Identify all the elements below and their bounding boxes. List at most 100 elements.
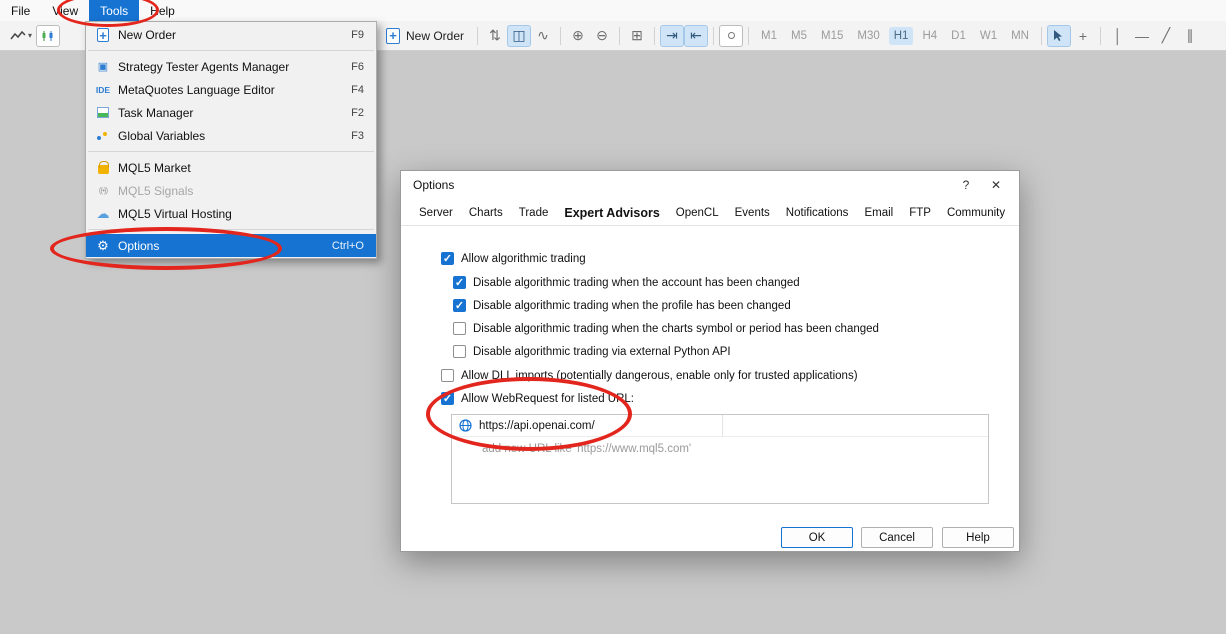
checkbox-icon[interactable]	[453, 276, 466, 290]
agents-manager-icon: ▣	[97, 61, 109, 73]
checkbox-allow-algo-trading[interactable]: Allow algorithmic trading	[441, 252, 586, 266]
checkbox-icon[interactable]	[441, 252, 454, 266]
checkbox-label: Allow WebRequest for listed URL:	[461, 392, 634, 405]
close-icon[interactable]: ✕	[981, 174, 1011, 196]
metatrader-window: File View Tools Help ▾ New Order ⇅ ◫ ∿ ⊕	[0, 0, 1226, 634]
menu-file[interactable]: File	[0, 0, 41, 21]
tab-trade[interactable]: Trade	[511, 202, 557, 225]
timeframe-m5[interactable]: M5	[786, 27, 812, 45]
tab-expert-advisors[interactable]: Expert Advisors	[556, 201, 667, 225]
menu-item-mql5-signals[interactable]: ((•)) MQL5 Signals	[86, 179, 376, 202]
globe-icon	[459, 419, 472, 432]
menu-item-label: Global Variables	[118, 128, 206, 143]
menu-help[interactable]: Help	[139, 0, 186, 21]
camera-icon[interactable]	[719, 24, 744, 47]
timeframe-h1[interactable]: H1	[888, 26, 914, 45]
checkbox-allow-dll-imports[interactable]: Allow DLL imports (potentially dangerous…	[441, 369, 858, 382]
menu-item-strategy-tester-agents[interactable]: ▣ Strategy Tester Agents Manager F6	[86, 55, 376, 78]
menu-item-metaeditor[interactable]: IDE MetaQuotes Language Editor F4	[86, 78, 376, 101]
menu-item-label: Task Manager	[118, 105, 194, 120]
menu-shortcut: F4	[351, 83, 364, 96]
checkbox-label: Disable algorithmic trading via external…	[473, 345, 731, 358]
menu-item-new-order[interactable]: New Order F9	[86, 23, 376, 46]
bar-chart-icon[interactable]: ◫	[507, 24, 532, 47]
toolbar-separator	[654, 26, 656, 45]
tab-community[interactable]: Community	[939, 202, 1013, 225]
timeframe-m30[interactable]: M30	[852, 27, 884, 45]
new-chart-button[interactable]	[36, 24, 61, 47]
timeframe-h4[interactable]: H4	[917, 27, 942, 45]
url-list-item[interactable]: https://api.openai.com/	[452, 415, 988, 437]
cancel-button[interactable]: Cancel	[861, 527, 933, 548]
menu-separator	[88, 229, 374, 230]
channel-icon[interactable]: ∥	[1178, 25, 1202, 47]
checkbox-disable-on-symbol-change[interactable]: Disable algorithmic trading when the cha…	[453, 322, 879, 335]
checkbox-icon[interactable]	[453, 299, 466, 313]
cursor-icon[interactable]	[1046, 24, 1071, 47]
checkbox-icon[interactable]	[453, 322, 466, 335]
new-order-icon	[92, 27, 114, 44]
crosshair-icon[interactable]: +	[1071, 25, 1095, 47]
dialog-help-icon[interactable]: ?	[951, 174, 981, 196]
tab-opencl[interactable]: OpenCL	[668, 202, 727, 225]
timeframe-mn[interactable]: MN	[1006, 27, 1034, 45]
scale-fix-icon[interactable]: ⇅	[483, 25, 507, 47]
menu-item-mql5-virtual-hosting[interactable]: ☁ MQL5 Virtual Hosting	[86, 202, 376, 225]
tools-dropdown-menu: New Order F9 ▣ Strategy Tester Agents Ma…	[85, 21, 377, 259]
url-list-column-divider	[722, 415, 723, 437]
menu-separator	[88, 50, 374, 51]
trendline-icon[interactable]: ╱	[1154, 25, 1178, 47]
checkbox-label: Allow algorithmic trading	[461, 252, 586, 265]
menu-item-label: Strategy Tester Agents Manager	[118, 59, 290, 74]
options-dialog: Options ? ✕ Server Charts Trade Expert A…	[400, 170, 1020, 552]
menu-shortcut: F9	[351, 28, 364, 41]
checkbox-allow-webrequest[interactable]: Allow WebRequest for listed URL:	[441, 392, 634, 406]
checkbox-disable-on-account-change[interactable]: Disable algorithmic trading when the acc…	[453, 276, 800, 290]
vertical-line-icon[interactable]: │	[1106, 25, 1130, 47]
menu-item-global-variables[interactable]: Global Variables F3	[86, 124, 376, 147]
dialog-title: Options	[413, 178, 455, 192]
menu-item-label: Options	[118, 238, 160, 253]
tab-events[interactable]: Events	[727, 202, 778, 225]
timeframe-m1[interactable]: M1	[756, 27, 782, 45]
horizontal-line-icon[interactable]: —	[1130, 25, 1154, 47]
menu-item-mql5-market[interactable]: MQL5 Market	[86, 156, 376, 179]
checkbox-icon[interactable]	[441, 392, 454, 406]
checkbox-disable-python-api[interactable]: Disable algorithmic trading via external…	[453, 345, 731, 358]
line-chart-icon[interactable]	[6, 25, 30, 47]
checkbox-icon[interactable]	[441, 369, 454, 382]
cloud-icon: ☁	[96, 205, 110, 221]
tab-server[interactable]: Server	[411, 202, 461, 225]
menu-shortcut: F6	[351, 60, 364, 73]
webrequest-url-list[interactable]: https://api.openai.com/ add new URL like…	[451, 414, 989, 504]
checkbox-disable-on-profile-change[interactable]: Disable algorithmic trading when the pro…	[453, 299, 791, 313]
zoom-in-icon[interactable]: ⊕	[566, 25, 590, 47]
menu-shortcut: F2	[351, 106, 364, 119]
menu-item-task-manager[interactable]: Task Manager F2	[86, 101, 376, 124]
timeframe-d1[interactable]: D1	[946, 27, 971, 45]
url-add-hint[interactable]: add new URL like 'https://www.mql5.com'	[452, 437, 988, 455]
new-order-button[interactable]: New Order	[382, 26, 472, 46]
menu-view[interactable]: View	[41, 0, 89, 21]
help-button[interactable]: Help	[942, 527, 1014, 548]
toolbar-separator	[1040, 26, 1042, 45]
timeframe-w1[interactable]: W1	[975, 27, 1002, 45]
tab-charts[interactable]: Charts	[461, 202, 511, 225]
menu-item-options[interactable]: ⚙ Options Ctrl+O	[86, 234, 376, 257]
ok-button[interactable]: OK	[781, 527, 853, 548]
tab-notifications[interactable]: Notifications	[778, 202, 857, 225]
grid-icon[interactable]: ⊞	[625, 25, 649, 47]
toolbar-separator	[713, 26, 715, 45]
chart-shift-icon[interactable]: ⇥	[660, 24, 685, 47]
menu-tools[interactable]: Tools	[89, 0, 140, 21]
timeframe-m15[interactable]: M15	[816, 27, 848, 45]
tab-ftp[interactable]: FTP	[901, 202, 939, 225]
checkbox-icon[interactable]	[453, 345, 466, 358]
auto-scroll-icon[interactable]: ⇤	[684, 24, 709, 47]
toolbar-main-group: New Order ⇅ ◫ ∿ ⊕ ⊖ ⊞ ⇥ ⇤ M1 M5 M15 M30 …	[382, 21, 1202, 50]
indicator-wave-icon[interactable]: ∿	[531, 25, 555, 47]
chevron-down-icon[interactable]: ▾	[28, 31, 32, 40]
zoom-out-icon[interactable]: ⊖	[590, 25, 614, 47]
tab-email[interactable]: Email	[856, 202, 901, 225]
toolbar-separator	[619, 26, 621, 45]
